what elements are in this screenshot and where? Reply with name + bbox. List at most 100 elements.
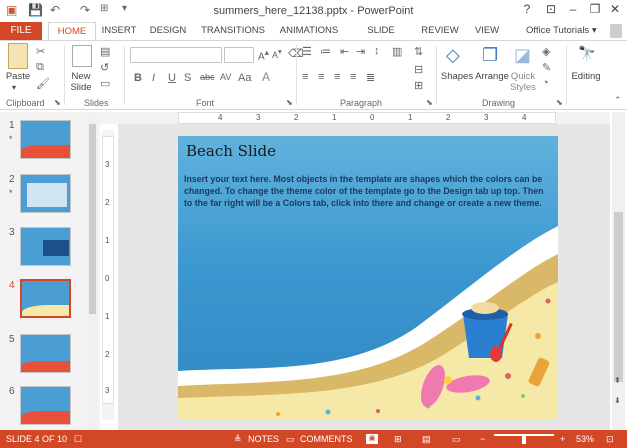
distributed-icon[interactable]: ≣ — [366, 71, 375, 84]
change-case-button[interactable]: Aa — [238, 72, 251, 84]
avatar[interactable] — [610, 24, 622, 38]
format-painter-icon[interactable]: 🖌 — [36, 77, 50, 90]
copy-icon[interactable]: ⧉ — [36, 61, 44, 74]
text-shadow-button[interactable]: S — [184, 72, 191, 84]
zoom-level[interactable]: 53% — [576, 434, 594, 444]
thumbnail-scrollbar[interactable] — [88, 112, 97, 430]
reading-view-icon[interactable]: ▤ — [422, 434, 431, 445]
ruler-tick-label: 1 — [408, 113, 413, 122]
align-left-icon[interactable]: ≡ — [302, 71, 308, 83]
close-button[interactable]: ✕ — [604, 2, 626, 20]
slide-scrollbar[interactable]: ⇞ ⇟ — [612, 112, 625, 430]
tab-animations[interactable]: ANIMATIONS — [276, 22, 342, 40]
shapes-button[interactable]: Shapes — [440, 71, 474, 82]
paste-dropdown-icon[interactable]: ▾ — [12, 83, 16, 92]
numbering-icon[interactable]: ≔ — [320, 45, 331, 58]
zoom-slider-knob[interactable] — [522, 434, 526, 444]
align-right-icon[interactable]: ≡ — [334, 71, 340, 83]
drawing-launcher-icon[interactable]: ⬊ — [556, 98, 563, 107]
italic-button[interactable]: I — [152, 72, 155, 84]
align-center-icon[interactable]: ≡ — [318, 71, 324, 83]
decrease-indent-icon[interactable]: ⇤ — [340, 45, 349, 58]
tab-insert[interactable]: INSERT — [98, 22, 140, 40]
slide-thumbnail-1[interactable] — [20, 120, 71, 159]
slide-thumbnail-6[interactable] — [20, 386, 71, 425]
notes-button[interactable]: NOTES — [248, 434, 279, 444]
font-size-combo[interactable] — [224, 47, 254, 63]
help-button[interactable]: ? — [516, 2, 538, 20]
shape-outline-icon[interactable]: ✎ — [542, 61, 551, 74]
ruler-tick-label: 2 — [105, 350, 110, 359]
editing-button[interactable]: Editing — [568, 71, 604, 82]
increase-indent-icon[interactable]: ⇥ — [356, 45, 365, 58]
slide-sorter-icon[interactable]: ⊞ — [394, 434, 402, 445]
previous-slide-icon[interactable]: ⇞ — [614, 376, 621, 385]
section-icon[interactable]: ▭ — [100, 77, 110, 90]
slideshow-icon[interactable]: ▭ — [452, 434, 461, 445]
columns-icon[interactable]: ▥ — [392, 45, 402, 58]
justify-icon[interactable]: ≡ — [350, 71, 356, 83]
quick-styles-icon[interactable]: ◪ — [514, 45, 531, 66]
slide-thumbnail-2[interactable] — [20, 174, 71, 213]
zoom-out-button[interactable]: − — [480, 434, 485, 444]
tab-home[interactable]: HOME — [48, 22, 96, 40]
paste-button[interactable]: Paste — [4, 71, 32, 82]
collapse-ribbon-icon[interactable]: ⌃ — [614, 95, 622, 106]
bold-button[interactable]: B — [134, 72, 142, 84]
cut-icon[interactable]: ✂ — [36, 45, 45, 58]
arrange-icon[interactable]: ❐ — [482, 45, 498, 66]
character-spacing-icon[interactable]: AV — [220, 72, 231, 82]
font-name-combo[interactable] — [130, 47, 222, 63]
spellcheck-icon[interactable]: ☐ — [74, 434, 82, 445]
clipboard-launcher-icon[interactable]: ⬊ — [54, 98, 61, 107]
reset-icon[interactable]: ↺ — [100, 61, 109, 74]
shape-fill-icon[interactable]: ◈ — [542, 45, 550, 58]
tab-slide-show[interactable]: SLIDE SHOW — [352, 22, 410, 54]
tab-transitions[interactable]: TRANSITIONS — [200, 22, 266, 40]
shapes-icon[interactable]: ◇ — [446, 45, 460, 66]
slide-body-text[interactable]: Insert your text here. Most objects in t… — [184, 173, 544, 209]
find-icon[interactable]: 🔭 — [578, 45, 595, 62]
tab-view[interactable]: VIEW — [470, 22, 504, 40]
shape-effects-icon[interactable]: ◔ — [542, 77, 549, 89]
new-slide-icon[interactable] — [72, 45, 92, 67]
slide-thumbnail-4[interactable] — [20, 279, 71, 318]
strikethrough-button[interactable]: abc — [200, 72, 215, 82]
fit-slide-icon[interactable]: ⊡ — [606, 434, 614, 445]
zoom-in-button[interactable]: + — [560, 434, 565, 444]
grow-font-icon[interactable]: A▴ — [258, 47, 269, 62]
tab-design[interactable]: DESIGN — [146, 22, 190, 40]
underline-button[interactable]: U — [168, 72, 176, 84]
scrollbar-thumb[interactable] — [89, 124, 96, 314]
slide-title[interactable]: Beach Slide — [186, 142, 276, 160]
text-direction-icon[interactable]: ⇅ — [414, 45, 423, 58]
tab-file[interactable]: FILE — [0, 22, 42, 40]
ribbon-display-button[interactable]: ⊡ — [540, 2, 562, 20]
font-color-icon[interactable]: A — [262, 70, 270, 84]
arrange-button[interactable]: Arrange — [474, 71, 510, 82]
comments-icon[interactable]: ▭ — [286, 434, 295, 445]
bullets-icon[interactable]: ☰ — [302, 45, 312, 58]
slide-canvas[interactable]: Beach Slide Insert your text here. Most … — [178, 136, 558, 420]
account-menu[interactable]: Office Tutorials ▾ — [526, 22, 597, 40]
next-slide-icon[interactable]: ⇟ — [614, 396, 621, 405]
smartart-icon[interactable]: ⊞ — [414, 79, 423, 92]
layout-icon[interactable]: ▤ — [100, 45, 110, 58]
scrollbar-thumb[interactable] — [614, 212, 623, 382]
restore-button[interactable]: ❐ — [584, 2, 606, 20]
normal-view-icon[interactable]: ▣ — [366, 434, 378, 444]
align-text-icon[interactable]: ⊟ — [414, 63, 423, 76]
quick-styles-button[interactable]: Quick Styles — [508, 71, 538, 93]
notes-icon[interactable]: ≜ — [234, 434, 242, 445]
line-spacing-icon[interactable]: ↕ — [374, 45, 380, 57]
font-launcher-icon[interactable]: ⬊ — [286, 98, 293, 107]
paste-icon[interactable] — [8, 43, 28, 69]
shrink-font-icon[interactable]: A▾ — [272, 47, 282, 60]
slide-thumbnail-5[interactable] — [20, 334, 71, 373]
tab-review[interactable]: REVIEW — [420, 22, 460, 40]
comments-button[interactable]: COMMENTS — [300, 434, 353, 444]
new-slide-button[interactable]: New Slide — [66, 71, 96, 93]
slide-thumbnail-3[interactable] — [20, 227, 71, 266]
paragraph-launcher-icon[interactable]: ⬊ — [426, 98, 433, 107]
minimize-button[interactable]: – — [562, 2, 584, 20]
